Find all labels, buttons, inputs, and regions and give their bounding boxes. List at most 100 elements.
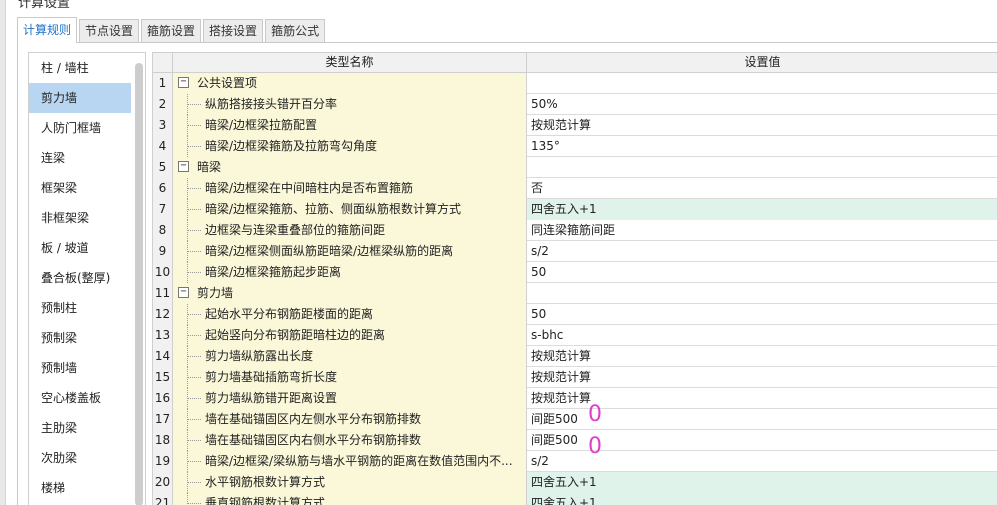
table-row[interactable]: 17 墙在基础锚固区内左侧水平分布钢筋排数 间距500 <box>153 409 997 430</box>
setting-value-cell[interactable]: 四舍五入+1 <box>527 199 997 220</box>
setting-value-cell[interactable]: 四舍五入+1 <box>527 472 997 493</box>
type-name-cell[interactable]: 暗梁/边框梁侧面纵筋距暗梁/边框梁纵筋的距离 <box>173 241 527 262</box>
sidebar-item[interactable]: 楼梯 <box>29 473 131 503</box>
tab-lap-settings[interactable]: 搭接设置 <box>203 19 264 43</box>
table-row[interactable]: 9 暗梁/边框梁侧面纵筋距暗梁/边框梁纵筋的距离 s/2 <box>153 241 997 262</box>
type-name-text: 起始竖向分布钢筋距暗柱边的距离 <box>205 328 386 342</box>
sidebar-item[interactable]: 框架梁 <box>29 173 131 203</box>
type-name-cell[interactable]: 暗梁/边框梁拉筋配置 <box>173 115 527 136</box>
setting-value-cell[interactable]: 50 <box>527 304 997 325</box>
sidebar-item[interactable]: 预制梁 <box>29 323 131 353</box>
setting-value-cell[interactable] <box>527 157 997 178</box>
type-name-cell[interactable]: 暗梁/边框梁/梁纵筋与墙水平钢筋的距离在数值范围内不... <box>173 451 527 472</box>
type-name-cell[interactable]: 水平钢筋根数计算方式 <box>173 472 527 493</box>
tab-node-settings[interactable]: 节点设置 <box>79 19 140 43</box>
setting-value-cell[interactable]: 同连梁箍筋间距 <box>527 220 997 241</box>
tree-line <box>187 314 201 315</box>
table-row[interactable]: 3 暗梁/边框梁拉筋配置 按规范计算 <box>153 115 997 136</box>
type-name-cell[interactable]: − 暗梁 <box>173 157 527 178</box>
setting-value-cell[interactable]: 按规范计算 <box>527 115 997 136</box>
header-type-name[interactable]: 类型名称 <box>173 53 527 73</box>
setting-value-cell[interactable]: s/2 <box>527 241 997 262</box>
table-row[interactable]: 21 垂直钢筋根数计算方式 四舍五入+1 <box>153 493 997 505</box>
type-name-cell[interactable]: 纵筋搭接接头错开百分率 <box>173 94 527 115</box>
type-name-cell[interactable]: 暗梁/边框梁在中间暗柱内是否布置箍筋 <box>173 178 527 199</box>
table-row[interactable]: 19 暗梁/边框梁/梁纵筋与墙水平钢筋的距离在数值范围内不... s/2 <box>153 451 997 472</box>
sidebar-item[interactable]: 人防门框墙 <box>29 113 131 143</box>
setting-value-cell[interactable]: 135° <box>527 136 997 157</box>
setting-value-cell[interactable]: 50 <box>527 262 997 283</box>
type-name-cell[interactable]: 剪力墙纵筋错开距离设置 <box>173 388 527 409</box>
table-row[interactable]: 18 墙在基础锚固区内右侧水平分布钢筋排数 间距500 <box>153 430 997 451</box>
table-row[interactable]: 16 剪力墙纵筋错开距离设置 按规范计算 <box>153 388 997 409</box>
table-row[interactable]: 4 暗梁/边框梁箍筋及拉筋弯勾角度 135° <box>153 136 997 157</box>
sidebar-item[interactable]: 非框架梁 <box>29 203 131 233</box>
sidebar-item[interactable]: 板 / 坡道 <box>29 233 131 263</box>
table-row[interactable]: 8 边框梁与连梁重叠部位的箍筋间距 同连梁箍筋间距 <box>153 220 997 241</box>
group-row[interactable]: 5− 暗梁 <box>153 157 997 178</box>
sidebar-item[interactable]: 空心楼盖板 <box>29 383 131 413</box>
type-name-cell[interactable]: 墙在基础锚固区内左侧水平分布钢筋排数 <box>173 409 527 430</box>
group-row[interactable]: 1− 公共设置项 <box>153 73 997 94</box>
tree-line <box>187 251 201 252</box>
grid-rows: 1− 公共设置项 2 纵筋搭接接头错开百分率 50% 3 暗梁/边框梁拉筋配置 按规范计算 4 暗… <box>153 73 997 505</box>
sidebar-item[interactable]: 柱 / 墙柱 <box>29 53 131 83</box>
row-number: 12 <box>153 304 173 325</box>
type-name-cell[interactable]: 起始竖向分布钢筋距暗柱边的距离 <box>173 325 527 346</box>
sidebar-item[interactable]: 预制柱 <box>29 293 131 323</box>
sidebar-item-selected[interactable]: 剪力墙 <box>29 83 131 113</box>
type-name-cell[interactable]: − 剪力墙 <box>173 283 527 304</box>
collapse-icon[interactable]: − <box>178 287 189 298</box>
table-row[interactable]: 14 剪力墙纵筋露出长度 按规范计算 <box>153 346 997 367</box>
table-row[interactable]: 13 起始竖向分布钢筋距暗柱边的距离 s-bhc <box>153 325 997 346</box>
sidebar-item[interactable]: 主肋梁 <box>29 413 131 443</box>
tree-line <box>187 356 201 357</box>
sidebar-scrollbar[interactable] <box>135 63 143 505</box>
type-name-cell[interactable]: 垂直钢筋根数计算方式 <box>173 493 527 505</box>
sidebar-item[interactable]: 预制墙 <box>29 353 131 383</box>
tab-stirrup-formula[interactable]: 箍筋公式 <box>265 19 326 43</box>
sidebar-item[interactable]: 连梁 <box>29 143 131 173</box>
type-name-cell[interactable]: − 公共设置项 <box>173 73 527 94</box>
type-name-cell[interactable]: 墙在基础锚固区内右侧水平分布钢筋排数 <box>173 430 527 451</box>
table-row[interactable]: 20 水平钢筋根数计算方式 四舍五入+1 <box>153 472 997 493</box>
row-number: 7 <box>153 199 173 220</box>
grid-header: 类型名称 设置值 <box>153 53 997 73</box>
table-row[interactable]: 10 暗梁/边框梁箍筋起步距离 50 <box>153 262 997 283</box>
tree-line <box>187 419 201 420</box>
setting-value-cell[interactable] <box>527 283 997 304</box>
type-name-cell[interactable]: 剪力墙基础插筋弯折长度 <box>173 367 527 388</box>
setting-value-cell[interactable]: 否 <box>527 178 997 199</box>
setting-value-cell[interactable] <box>527 73 997 94</box>
tab-calc-rules[interactable]: 计算规则 <box>17 17 78 43</box>
setting-value-cell[interactable]: 按规范计算 <box>527 346 997 367</box>
type-name-cell[interactable]: 起始水平分布钢筋距楼面的距离 <box>173 304 527 325</box>
annotation-mark: 0 <box>588 402 602 427</box>
table-row[interactable]: 2 纵筋搭接接头错开百分率 50% <box>153 94 997 115</box>
collapse-icon[interactable]: − <box>178 77 189 88</box>
type-name-text: 暗梁/边框梁箍筋及拉筋弯勾角度 <box>205 139 378 153</box>
type-name-text: 暗梁/边框梁箍筋起步距离 <box>205 265 342 279</box>
row-number: 3 <box>153 115 173 136</box>
setting-value-cell[interactable]: 四舍五入+1 <box>527 493 997 505</box>
header-setting-value[interactable]: 设置值 <box>527 53 997 73</box>
type-name-cell[interactable]: 边框梁与连梁重叠部位的箍筋间距 <box>173 220 527 241</box>
type-name-cell[interactable]: 暗梁/边框梁箍筋起步距离 <box>173 262 527 283</box>
tab-stirrup-settings[interactable]: 箍筋设置 <box>141 19 202 43</box>
table-row[interactable]: 7 暗梁/边框梁箍筋、拉筋、侧面纵筋根数计算方式 四舍五入+1 <box>153 199 997 220</box>
group-row[interactable]: 11− 剪力墙 <box>153 283 997 304</box>
tree-line <box>187 377 201 378</box>
sidebar-item[interactable]: 叠合板(整厚) <box>29 263 131 293</box>
type-name-cell[interactable]: 暗梁/边框梁箍筋、拉筋、侧面纵筋根数计算方式 <box>173 199 527 220</box>
type-name-cell[interactable]: 暗梁/边框梁箍筋及拉筋弯勾角度 <box>173 136 527 157</box>
table-row[interactable]: 6 暗梁/边框梁在中间暗柱内是否布置箍筋 否 <box>153 178 997 199</box>
setting-value-cell[interactable]: 50% <box>527 94 997 115</box>
setting-value-cell[interactable]: s-bhc <box>527 325 997 346</box>
table-row[interactable]: 15 剪力墙基础插筋弯折长度 按规范计算 <box>153 367 997 388</box>
sidebar-item[interactable]: 次肋梁 <box>29 443 131 473</box>
table-row[interactable]: 12 起始水平分布钢筋距楼面的距离 50 <box>153 304 997 325</box>
collapse-icon[interactable]: − <box>178 161 189 172</box>
type-name-cell[interactable]: 剪力墙纵筋露出长度 <box>173 346 527 367</box>
setting-value-cell[interactable]: 按规范计算 <box>527 367 997 388</box>
row-number: 14 <box>153 346 173 367</box>
